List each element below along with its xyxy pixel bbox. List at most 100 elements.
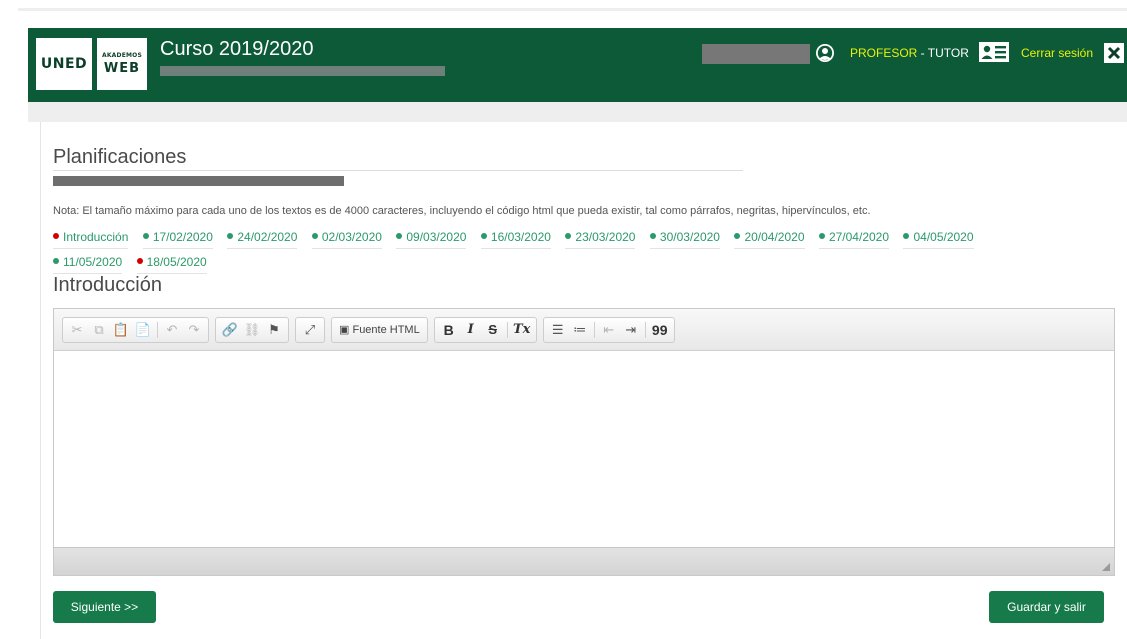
date-link-introduccion[interactable]: Introducción xyxy=(53,230,129,249)
cut-icon[interactable]: ✂ xyxy=(66,319,88,341)
user-circle-icon[interactable] xyxy=(815,43,835,63)
date-label: 11/05/2020 xyxy=(63,255,123,269)
clipboard-group: ✂ ⧉ 📋 📄 ↶ ↷ xyxy=(62,316,209,343)
date-label: 16/03/2020 xyxy=(490,230,551,244)
status-dot xyxy=(142,233,149,239)
maximize-icon[interactable]: ⤢ xyxy=(299,319,321,341)
remove-format-button[interactable]: Tx xyxy=(511,319,533,341)
date-label: Introducción xyxy=(63,230,129,244)
redacted-subject-name xyxy=(53,176,344,186)
paste-icon[interactable]: 📋 xyxy=(110,319,132,341)
course-title: Curso 2019/2020 xyxy=(160,38,314,60)
date-label: 02/03/2020 xyxy=(321,230,382,244)
size-note: Nota: El tamaño máximo para cada uno de … xyxy=(53,205,871,217)
date-link[interactable]: 23/03/2020 xyxy=(565,230,636,249)
redacted-course-name xyxy=(160,66,445,76)
source-group: ▣ Fuente HTML xyxy=(331,316,428,343)
date-label: 18/05/2020 xyxy=(146,255,207,269)
unlink-icon[interactable]: ⛓ xyxy=(241,319,263,341)
link-icon[interactable]: 🔗 xyxy=(219,319,241,341)
next-button[interactable]: Siguiente >> xyxy=(53,591,156,623)
top-strip xyxy=(0,0,1127,28)
planning-date-list: Introducción 17/02/2020 24/02/2020 02/03… xyxy=(53,228,1063,278)
blockquote-button[interactable]: 99 xyxy=(649,319,671,341)
maximize-group: ⤢ xyxy=(295,316,325,343)
date-link[interactable]: 18/05/2020 xyxy=(136,255,207,274)
logout-link[interactable]: Cerrar sesión xyxy=(1021,46,1093,60)
undo-icon[interactable]: ↶ xyxy=(161,319,183,341)
date-link[interactable]: 16/03/2020 xyxy=(480,230,551,249)
date-link[interactable]: 04/05/2020 xyxy=(903,230,974,249)
date-link[interactable]: 09/03/2020 xyxy=(396,230,467,249)
redo-icon[interactable]: ↷ xyxy=(183,319,205,341)
status-dot xyxy=(227,233,234,239)
date-label: 23/03/2020 xyxy=(575,230,636,244)
status-dot xyxy=(480,233,487,239)
toolbar-separator xyxy=(157,321,158,338)
editor-text-area[interactable] xyxy=(54,351,1114,549)
akademos-logo-text: AKADEMOS xyxy=(101,52,142,59)
status-dot xyxy=(649,233,656,239)
toolbar-separator xyxy=(506,321,508,338)
date-label: 04/05/2020 xyxy=(913,230,974,244)
status-dot xyxy=(53,233,59,239)
source-html-label: Fuente HTML xyxy=(352,323,420,336)
page-title: Planificaciones xyxy=(53,146,187,168)
app-header: UNED AKADEMOS WEB Curso 2019/2020 PROFES… xyxy=(28,28,1127,102)
uned-logo-text: UNED xyxy=(40,56,88,72)
close-icon-glyph xyxy=(1107,46,1121,60)
status-dot xyxy=(53,258,59,264)
indent-icon[interactable]: ⇥ xyxy=(620,319,642,341)
outdent-icon[interactable]: ⇤ xyxy=(598,319,620,341)
date-label: 30/03/2020 xyxy=(659,230,720,244)
status-dot xyxy=(565,233,572,239)
role-label: PROFESOR - TUTOR xyxy=(850,46,969,60)
source-document-icon: ▣ xyxy=(339,324,350,336)
copy-icon[interactable]: ⧉ xyxy=(88,319,110,341)
date-link[interactable]: 02/03/2020 xyxy=(311,230,382,249)
toolbar-separator xyxy=(644,321,646,338)
akademos-web-logo[interactable]: AKADEMOS WEB xyxy=(97,38,147,90)
section-title: Introducción xyxy=(53,274,162,296)
source-html-button[interactable]: ▣ Fuente HTML xyxy=(335,319,424,341)
date-link[interactable]: 30/03/2020 xyxy=(649,230,720,249)
status-dot xyxy=(734,233,741,239)
editor-status-bar xyxy=(54,547,1114,575)
status-dot xyxy=(136,258,143,264)
italic-button[interactable]: I xyxy=(460,319,482,341)
close-icon[interactable] xyxy=(1104,43,1124,63)
toolbar-separator xyxy=(593,321,595,338)
redacted-user-name xyxy=(702,44,810,64)
date-link[interactable]: 20/04/2020 xyxy=(734,230,805,249)
role-tutor: - TUTOR xyxy=(917,46,969,60)
save-and-exit-button[interactable]: Guardar y salir xyxy=(989,591,1104,623)
title-divider xyxy=(53,170,743,171)
date-label: 17/02/2020 xyxy=(152,230,213,244)
bold-button[interactable]: B xyxy=(438,319,460,341)
date-link[interactable]: 11/05/2020 xyxy=(53,255,123,274)
editor-toolbar: ✂ ⧉ 📋 📄 ↶ ↷ 🔗 ⛓ ⚑ ⤢ ▣ Fuente HTML B I S … xyxy=(54,309,1114,351)
role-profesor: PROFESOR xyxy=(850,46,918,60)
resize-grip-icon[interactable] xyxy=(1102,563,1110,571)
date-link[interactable]: 17/02/2020 xyxy=(142,230,213,249)
web-logo-text: WEB xyxy=(103,61,141,76)
rich-text-editor: ✂ ⧉ 📋 📄 ↶ ↷ 🔗 ⛓ ⚑ ⤢ ▣ Fuente HTML B I S … xyxy=(53,308,1115,576)
date-label: 27/04/2020 xyxy=(828,230,890,244)
header-sub-strip xyxy=(28,102,1127,122)
uned-logo[interactable]: UNED xyxy=(36,38,92,90)
status-dot xyxy=(311,233,318,239)
status-dot xyxy=(818,233,825,239)
strikethrough-button[interactable]: S xyxy=(482,319,504,341)
numbered-list-icon[interactable]: ☰ xyxy=(547,319,569,341)
date-link[interactable]: 24/02/2020 xyxy=(227,230,298,249)
anchor-flag-icon[interactable]: ⚑ xyxy=(263,319,285,341)
date-link[interactable]: 27/04/2020 xyxy=(818,230,890,249)
paragraph-group: ☰ ≔ ⇤ ⇥ 99 xyxy=(542,316,675,343)
main-content: Planificaciones Nota: El tamaño máximo p… xyxy=(40,122,1127,639)
id-card-icon[interactable] xyxy=(979,41,1009,63)
status-dot xyxy=(396,233,403,239)
date-label: 20/04/2020 xyxy=(744,230,805,244)
paste-text-icon[interactable]: 📄 xyxy=(132,319,154,341)
format-group: B I S Tx xyxy=(433,316,537,343)
bulleted-list-icon[interactable]: ≔ xyxy=(569,319,591,341)
